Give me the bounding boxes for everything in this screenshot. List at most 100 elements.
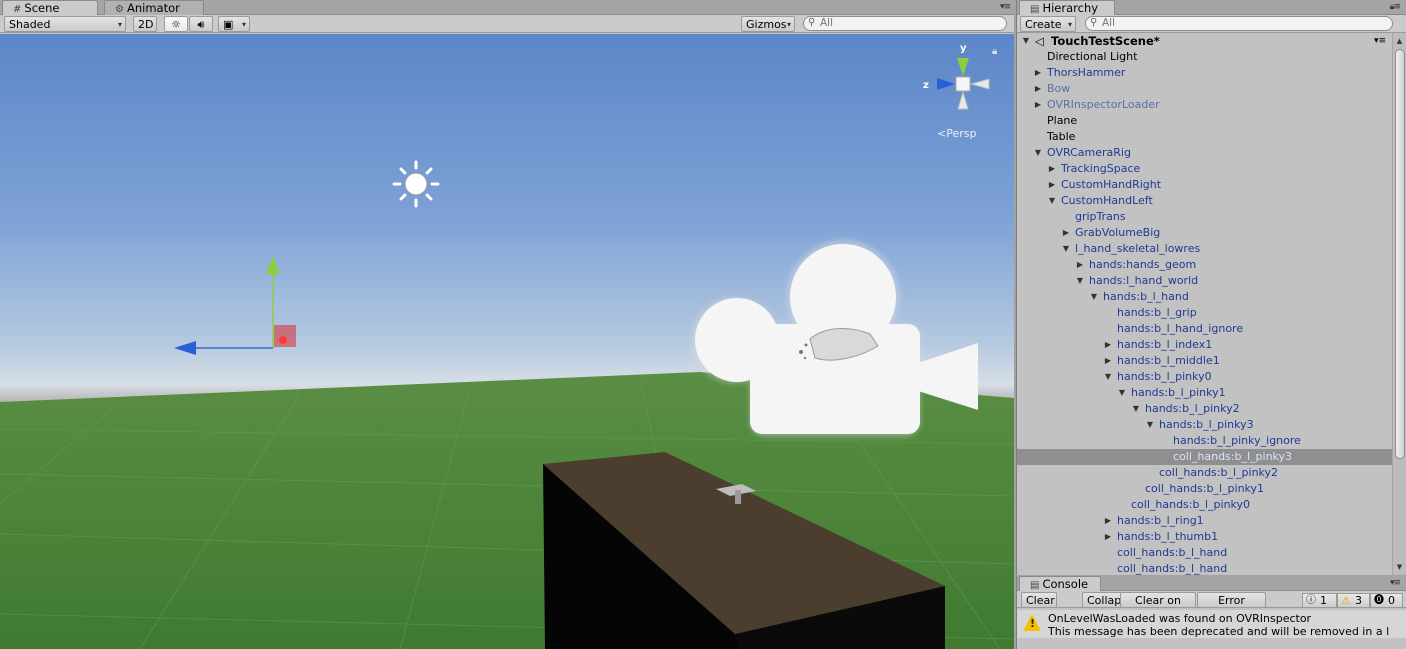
scene-search-input[interactable]: ⚲ All [803,16,1007,31]
scroll-up-arrow-icon[interactable]: ▲ [1393,35,1406,47]
error-count-toggle[interactable]: ⓿0 [1370,593,1403,608]
chevron-right-icon[interactable]: ▶ [1061,225,1071,241]
hierarchy-item[interactable]: coll_hands:b_l_hand [1017,561,1392,575]
scroll-thumb[interactable] [1395,49,1405,459]
projection-label[interactable]: <Persp [937,127,976,140]
directional-light-icon[interactable] [392,160,440,208]
console-message[interactable]: OnLevelWasLoaded was found on OVRInspect… [1017,610,1406,638]
scene-viewport[interactable]: y z <Persp 🔒︎ [0,34,1014,649]
scene-root-row[interactable]: ▼ ◁ TouchTestScene* ▾≡ [1017,33,1392,49]
chevron-right-icon[interactable]: ▶ [1047,177,1057,193]
chevron-down-icon[interactable]: ▼ [1021,33,1031,49]
tab-console[interactable]: ▤ Console [1019,576,1101,591]
tab-animator[interactable]: ⚙ Animator [104,0,204,15]
hierarchy-search-input[interactable]: ⚲ All [1085,16,1393,31]
chevron-down-icon[interactable]: ▼ [1117,385,1127,401]
chevron-down-icon[interactable]: ▼ [1061,241,1071,257]
chevron-right-icon[interactable]: ▶ [1033,65,1043,81]
scene-menu-icon[interactable]: ▾≡ [1374,33,1386,49]
hierarchy-item[interactable]: coll_hands:b_l_pinky0 [1017,497,1392,513]
chevron-down-icon[interactable]: ▼ [1075,273,1085,289]
create-dropdown[interactable]: Create [1020,16,1076,32]
hierarchy-item[interactable]: ▼ hands:b_l_pinky1 [1017,385,1392,401]
hierarchy-item[interactable]: coll_hands:b_l_pinky1 [1017,481,1392,497]
hierarchy-item[interactable]: ▼ hands:b_l_hand [1017,289,1392,305]
hierarchy-item[interactable]: ▼ hands:l_hand_world [1017,273,1392,289]
hierarchy-item[interactable]: ▼ OVRCameraRig [1017,145,1392,161]
chevron-right-icon[interactable]: ▶ [1103,337,1113,353]
lock-icon[interactable]: 🔒︎ [992,46,997,57]
hierarchy-item[interactable]: Plane [1017,113,1392,129]
hierarchy-item[interactable]: ▶ ThorsHammer [1017,65,1392,81]
hierarchy-item-label: hands:b_l_index1 [1117,338,1213,351]
orientation-gizmo[interactable] [937,58,990,110]
hierarchy-item[interactable]: gripTrans [1017,209,1392,225]
hierarchy-item[interactable]: coll_hands:b_l_pinky2 [1017,465,1392,481]
hierarchy-item-label: coll_hands:b_l_pinky3 [1173,450,1293,463]
chevron-down-icon[interactable]: ▼ [1047,193,1057,209]
tab-hierarchy[interactable]: ▤ Hierarchy [1019,0,1115,15]
chevron-right-icon[interactable]: ▶ [1033,81,1043,97]
hierarchy-item[interactable]: Directional Light [1017,49,1392,65]
axis-z-label: z [923,80,929,91]
chevron-right-icon[interactable]: ▶ [1075,257,1085,273]
hierarchy-item[interactable]: ▶ GrabVolumeBig [1017,225,1392,241]
chevron-down-icon[interactable]: ▼ [1145,417,1155,433]
chevron-down-icon[interactable]: ▼ [1033,145,1043,161]
search-icon: ⚲ [808,17,816,28]
hierarchy-panel: ▤Hierarchy 🔒︎≡ Create ⚲All ▼ ◁ TouchTest… [1016,0,1406,575]
hierarchy-item-label: coll_hands:b_l_hand [1117,546,1228,559]
hierarchy-item[interactable]: coll_hands:b_l_hand [1017,545,1392,561]
chevron-down-icon[interactable]: ▼ [1103,369,1113,385]
clear-on-play-button[interactable]: Clear on Play [1120,592,1196,622]
2d-toggle-button[interactable]: 2D [133,16,157,32]
error-pause-button[interactable]: Error Pause [1197,592,1266,622]
hierarchy-item-label: hands:b_l_pinky2 [1145,402,1240,415]
hierarchy-item[interactable]: ▼ l_hand_skeletal_lowres [1017,241,1392,257]
chevron-right-icon[interactable]: ▶ [1033,97,1043,113]
hierarchy-item-label: hands:hands_geom [1089,258,1197,271]
hierarchy-item-label: OVRCameraRig [1047,146,1131,159]
hierarchy-item[interactable]: ▶ OVRInspectorLoader [1017,97,1392,113]
hierarchy-lock-icon[interactable]: 🔒︎≡ [1390,2,1401,12]
lighting-toggle-button[interactable]: ☼ [164,16,188,32]
hierarchy-item[interactable]: ▶ Bow [1017,81,1392,97]
scroll-down-arrow-icon[interactable]: ▼ [1393,561,1406,573]
shading-mode-dropdown[interactable]: Shaded [4,16,126,32]
tab-scene[interactable]: # Scene [2,0,98,15]
hierarchy-item-label: Plane [1047,114,1078,127]
hierarchy-item[interactable]: ▼ hands:b_l_pinky2 [1017,401,1392,417]
chevron-right-icon[interactable]: ▶ [1103,353,1113,369]
hierarchy-item[interactable]: hands:b_l_pinky_ignore [1017,433,1392,449]
hierarchy-scrollbar[interactable]: ▲ ▼ [1392,33,1406,575]
hierarchy-item[interactable]: ▶ hands:b_l_index1 [1017,337,1392,353]
hierarchy-item[interactable]: Table [1017,129,1392,145]
hierarchy-item[interactable]: ▶ hands:b_l_middle1 [1017,353,1392,369]
effects-dropdown[interactable]: ▣ [218,16,250,32]
hierarchy-item[interactable]: ▶ hands:b_l_ring1 [1017,513,1392,529]
chevron-right-icon[interactable]: ▶ [1103,529,1113,545]
hierarchy-item[interactable]: ▼ CustomHandLeft [1017,193,1392,209]
hierarchy-item[interactable]: ▼ hands:b_l_pinky3 [1017,417,1392,433]
hierarchy-item[interactable]: ▶ TrackingSpace [1017,161,1392,177]
audio-toggle-button[interactable]: 🔊︎ [189,16,213,32]
hierarchy-item[interactable]: ▶ hands:hands_geom [1017,257,1392,273]
hierarchy-item-label: gripTrans [1075,210,1126,223]
hierarchy-item[interactable]: ▶ CustomHandRight [1017,177,1392,193]
move-tool-gizmo[interactable] [174,256,296,355]
panel-menu-icon[interactable]: ▾≡ [1000,2,1011,12]
info-count-toggle[interactable]: ⓘ 1 [1302,593,1337,608]
chevron-down-icon[interactable]: ▼ [1131,401,1141,417]
warning-count-toggle[interactable]: ⚠ 3 [1337,593,1370,608]
gizmos-dropdown[interactable]: Gizmos [741,16,795,32]
chevron-right-icon[interactable]: ▶ [1103,513,1113,529]
hierarchy-item[interactable]: hands:b_l_hand_ignore [1017,321,1392,337]
chevron-right-icon[interactable]: ▶ [1047,161,1057,177]
hierarchy-item[interactable]: ▶ hands:b_l_thumb1 [1017,529,1392,545]
chevron-down-icon[interactable]: ▼ [1089,289,1099,305]
hierarchy-item[interactable]: coll_hands:b_l_pinky3 [1017,449,1392,465]
hierarchy-item[interactable]: ▼ hands:b_l_pinky0 [1017,369,1392,385]
console-menu-icon[interactable]: ▾≡ [1390,578,1401,588]
clear-button[interactable]: Clear [1021,592,1057,608]
hierarchy-item[interactable]: hands:b_l_grip [1017,305,1392,321]
